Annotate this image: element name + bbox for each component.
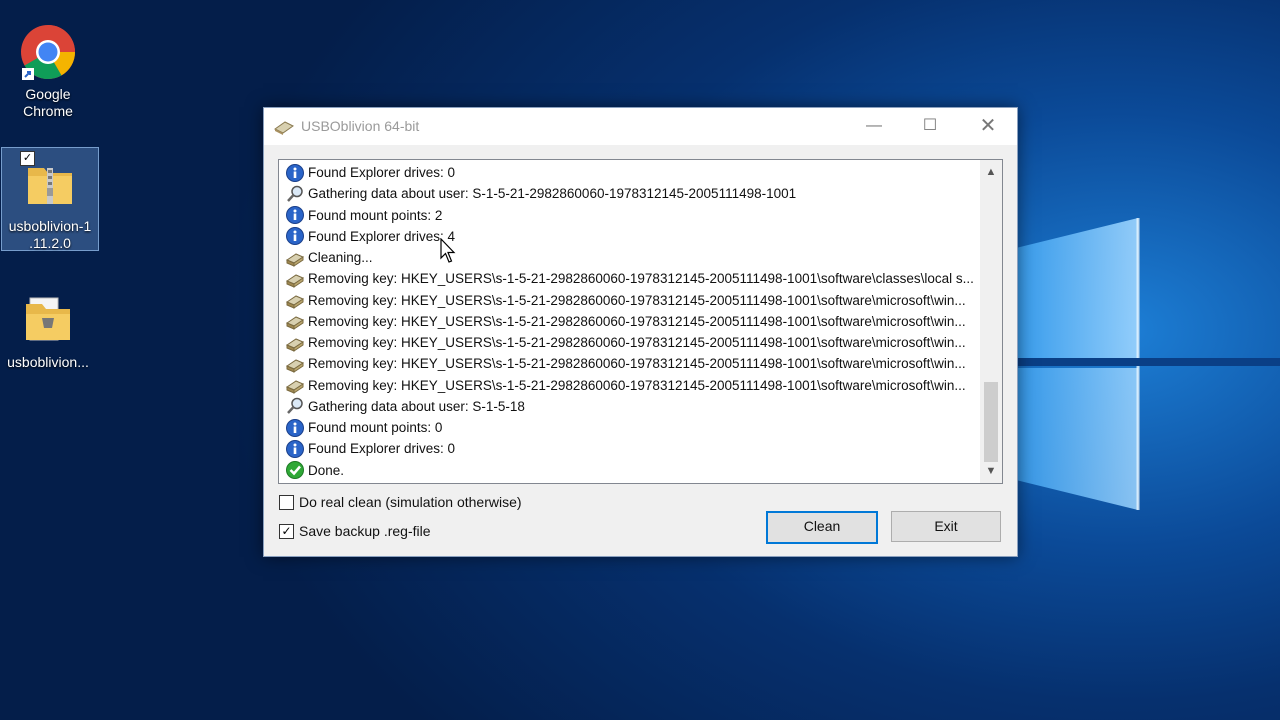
log-line-text: Found mount points: 2 (308, 207, 443, 223)
desktop-icon-usboblivion-folder[interactable]: usboblivion... (0, 284, 96, 370)
info-icon (285, 418, 305, 438)
app-icon (274, 119, 294, 135)
magnifier-icon (285, 396, 305, 416)
log-line-text: Found mount points: 0 (308, 420, 443, 436)
eraser-icon (285, 311, 305, 331)
log-line-text: Removing key: HKEY_USERS\s-1-5-21-298286… (308, 271, 974, 287)
real-clean-label: Do real clean (simulation otherwise) (299, 494, 522, 510)
desktop-icon-label: Google Chrome (23, 86, 73, 119)
info-icon (285, 163, 305, 183)
log-line[interactable]: Gathering data about user: S-1-5-18 (285, 396, 975, 417)
log-line[interactable]: Found Explorer drives: 4 (285, 226, 975, 247)
scroll-thumb[interactable] (984, 382, 998, 462)
magnifier-icon (285, 184, 305, 204)
log-line[interactable]: Removing key: HKEY_USERS\s-1-5-21-298286… (285, 268, 975, 289)
log-line-text: Gathering data about user: S-1-5-21-2982… (308, 186, 797, 202)
log-line[interactable]: Done. (285, 460, 975, 481)
log-line-text: Found Explorer drives: 4 (308, 228, 456, 244)
exit-button[interactable]: Exit (891, 511, 1001, 542)
real-clean-option[interactable]: Do real clean (simulation otherwise) (279, 494, 522, 510)
eraser-icon (285, 269, 305, 289)
chrome-icon (16, 20, 80, 84)
real-clean-checkbox[interactable] (279, 494, 294, 510)
log-line[interactable]: Found mount points: 0 (285, 417, 975, 438)
info-icon (285, 439, 305, 459)
clean-button[interactable]: Clean (766, 511, 878, 544)
log-line-text: Removing key: HKEY_USERS\s-1-5-21-298286… (308, 292, 966, 308)
log-line[interactable]: Found Explorer drives: 0 (285, 438, 975, 459)
check-icon (285, 460, 305, 480)
folder-icon (16, 288, 80, 352)
log-line[interactable]: Cleaning... (285, 247, 975, 268)
log-line[interactable]: Removing key: HKEY_USERS\s-1-5-21-298286… (285, 353, 975, 374)
scroll-down-arrow[interactable]: ▼ (980, 461, 1002, 481)
info-icon (285, 205, 305, 225)
desktop-icon-label: usboblivion-1 .11.2.0 (8, 218, 92, 251)
eraser-icon (285, 354, 305, 374)
log-lines: Found Explorer drives: 0 Gathering data a… (285, 162, 975, 481)
log-line-text: Removing key: HKEY_USERS\s-1-5-21-298286… (308, 335, 966, 351)
vertical-scrollbar[interactable]: ▲ ▼ (980, 160, 1002, 483)
scroll-up-arrow[interactable]: ▲ (980, 162, 1002, 182)
close-button[interactable]: ✕ (960, 108, 1016, 145)
log-line[interactable]: Removing key: HKEY_USERS\s-1-5-21-298286… (285, 290, 975, 311)
log-listbox[interactable]: Found Explorer drives: 0 Gathering data a… (278, 159, 1003, 484)
log-line-text: Removing key: HKEY_USERS\s-1-5-21-298286… (308, 377, 966, 393)
title-bar[interactable]: USBOblivion 64-bit — ☐ ✕ (264, 108, 1017, 145)
mouse-cursor-icon (440, 238, 456, 263)
log-line[interactable]: Found Explorer drives: 0 (285, 162, 975, 183)
log-line-text: Removing key: HKEY_USERS\s-1-5-21-298286… (308, 313, 966, 329)
log-line[interactable]: Removing key: HKEY_USERS\s-1-5-21-298286… (285, 332, 975, 353)
log-line[interactable]: Removing key: HKEY_USERS\s-1-5-21-298286… (285, 375, 975, 396)
desktop-icon-google-chrome[interactable]: Google Chrome (0, 16, 96, 126)
maximize-button[interactable]: ☐ (902, 108, 958, 145)
eraser-icon (285, 248, 305, 268)
save-backup-label: Save backup .reg-file (299, 523, 431, 539)
eraser-icon (285, 375, 305, 395)
save-backup-checkbox[interactable]: ✓ (279, 523, 294, 539)
log-line[interactable]: Found mount points: 2 (285, 205, 975, 226)
log-line-text: Removing key: HKEY_USERS\s-1-5-21-298286… (308, 356, 966, 372)
log-line-text: Gathering data about user: S-1-5-18 (308, 398, 525, 414)
eraser-icon (285, 333, 305, 353)
window-title: USBOblivion 64-bit (301, 118, 420, 134)
zip-folder-icon (18, 152, 82, 216)
info-icon (285, 226, 305, 246)
save-backup-option[interactable]: ✓ Save backup .reg-file (279, 523, 431, 539)
eraser-icon (285, 290, 305, 310)
log-line[interactable]: Gathering data about user: S-1-5-21-2982… (285, 183, 975, 204)
log-line[interactable]: Removing key: HKEY_USERS\s-1-5-21-298286… (285, 311, 975, 332)
desktop-icon-label: usboblivion... (7, 354, 89, 370)
log-line-text: Found Explorer drives: 0 (308, 165, 456, 181)
usboblivion-window: USBOblivion 64-bit — ☐ ✕ Found Explorer … (263, 107, 1018, 557)
log-line-text: Cleaning... (308, 250, 373, 266)
log-line-text: Found Explorer drives: 0 (308, 441, 456, 457)
minimize-button[interactable]: — (846, 108, 902, 145)
log-line-text: Done. (308, 462, 345, 478)
desktop-icon-usboblivion-zip[interactable]: ✓ usboblivion-1 .11.2.0 (1, 147, 99, 251)
